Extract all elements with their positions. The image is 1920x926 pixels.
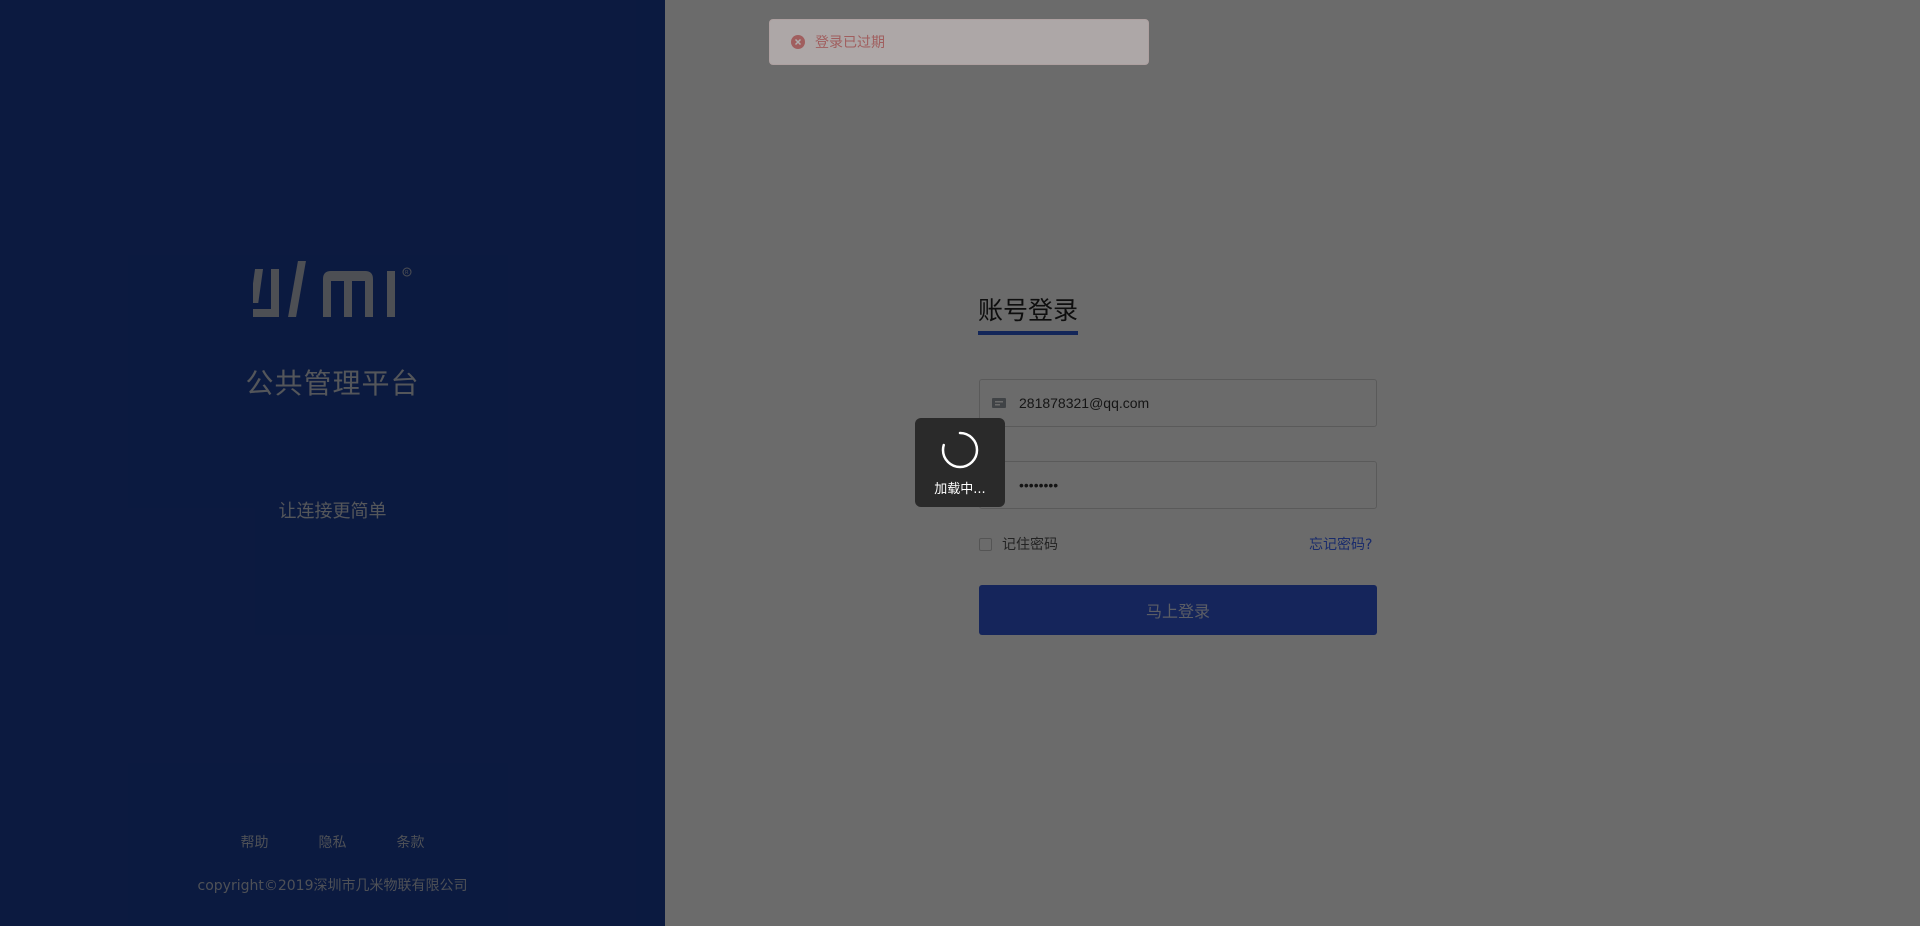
alert-message: 登录已过期 — [815, 35, 885, 51]
password-input[interactable] — [1017, 476, 1376, 494]
loading-toast: 加载中... — [915, 418, 1005, 507]
user-card-icon — [992, 398, 1006, 408]
jimi-logo: R — [253, 261, 412, 317]
remember-checkbox[interactable] — [979, 537, 992, 551]
terms-link[interactable]: 条款 — [397, 832, 425, 852]
slogan: 让连接更简单 — [278, 501, 387, 522]
spinner-icon — [941, 431, 979, 469]
loading-text: 加载中... — [934, 482, 986, 497]
remember-label: 记住密码 — [1002, 537, 1058, 553]
error-alert: 登录已过期 — [769, 19, 1149, 65]
account-input[interactable] — [1017, 394, 1376, 412]
brand-panel: R 公共管理平台 让连接更简单 帮助 隐私 条款 copyright©2019深… — [0, 0, 665, 926]
privacy-link[interactable]: 隐私 — [319, 832, 347, 852]
copyright-text: copyright©2019深圳市几米物联有限公司 — [197, 878, 468, 894]
error-circle-icon — [791, 35, 805, 49]
forgot-password-link[interactable]: 忘记密码? — [1309, 534, 1372, 554]
login-button[interactable]: 马上登录 — [979, 585, 1377, 635]
remember-password[interactable]: 记住密码 — [979, 534, 1058, 554]
help-link[interactable]: 帮助 — [241, 832, 269, 852]
svg-text:R: R — [405, 270, 409, 276]
account-field[interactable] — [979, 379, 1377, 427]
platform-title: 公共管理平台 — [245, 367, 420, 400]
footer-links: 帮助 隐私 条款 — [0, 832, 665, 852]
login-page: R 公共管理平台 让连接更简单 帮助 隐私 条款 copyright©2019深… — [0, 0, 1920, 926]
login-heading: 账号登录 — [978, 291, 1079, 335]
password-field[interactable] — [979, 461, 1377, 509]
